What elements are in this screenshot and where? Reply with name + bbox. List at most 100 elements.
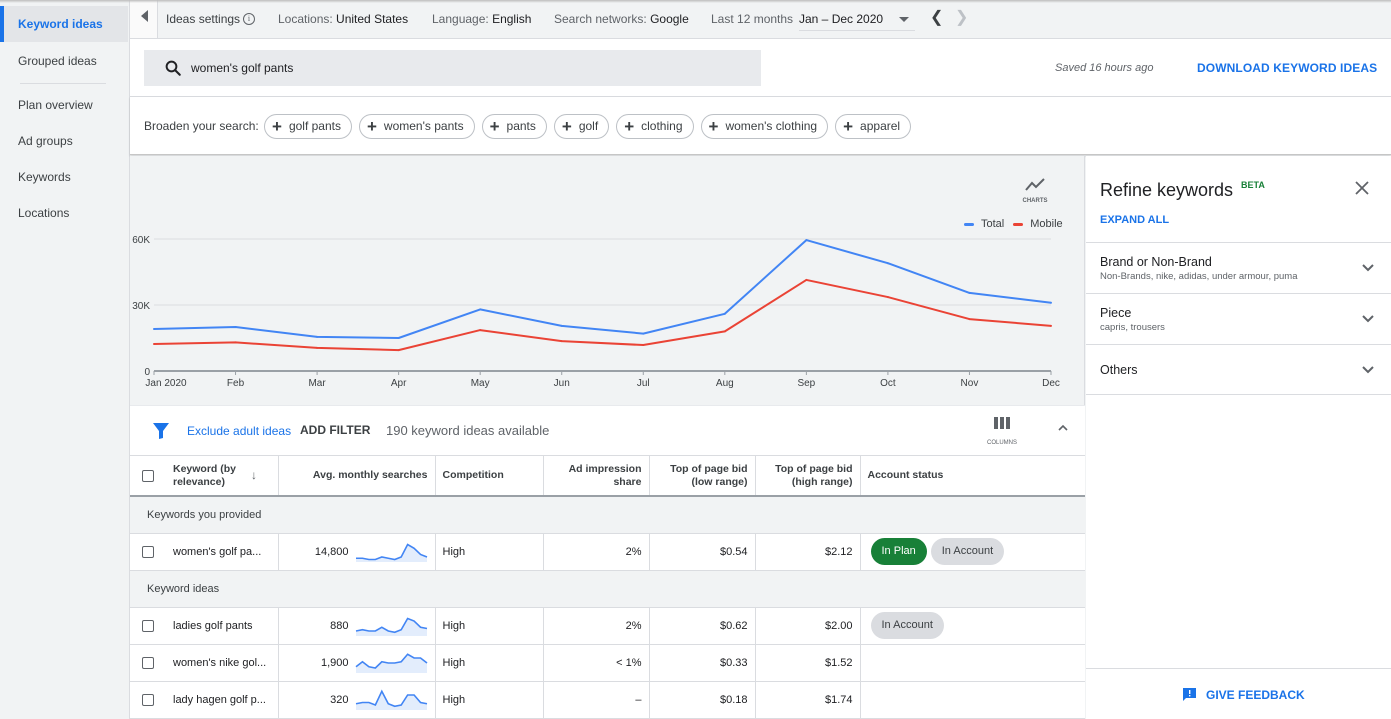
trend-sparkline (355, 542, 427, 562)
trend-sparkline (355, 688, 427, 710)
data-point-mobile (316, 346, 319, 349)
keyword-search-box[interactable] (144, 50, 761, 86)
keyword-text[interactable]: women's nike gol... (173, 657, 266, 669)
add-filter-button[interactable]: ADD FILTER (300, 423, 370, 437)
in-account-badge[interactable]: In Account (930, 538, 1005, 565)
language-setting[interactable]: Language: English (432, 12, 531, 26)
networks-label: Search networks: (554, 12, 647, 26)
keyword-text[interactable]: lady hagen golf p... (173, 694, 266, 706)
data-point-total (397, 337, 400, 339)
data-point-total (968, 291, 971, 294)
select-all-checkbox[interactable] (142, 469, 154, 482)
search-area: Saved 16 hours ago DOWNLOAD KEYWORD IDEA… (130, 39, 1391, 97)
close-icon[interactable] (1354, 180, 1370, 196)
columns-button[interactable]: COLUMNS (982, 416, 1022, 446)
date-range-select[interactable]: Jan – Dec 2020 (799, 6, 915, 31)
sidebar-item-grouped-ideas[interactable]: Grouped ideas (0, 43, 128, 79)
feedback-icon (1183, 688, 1196, 701)
bid-high-cell: $2.12 (755, 533, 861, 571)
locations-setting[interactable]: Locations: United States (278, 12, 408, 26)
broaden-chip[interactable]: + apparel (835, 114, 912, 139)
give-feedback-button[interactable]: GIVE FEEDBACK (1182, 687, 1305, 702)
competition-cell: High (435, 607, 544, 645)
table-row: women's nike gol... 1,900 High < 1% $0.33 $1.… (130, 644, 1085, 682)
table-group-row: Keyword ideas (130, 570, 1085, 608)
sidebar-item-plan-overview[interactable]: Plan overview (0, 87, 128, 123)
sparkline-area (355, 690, 427, 710)
info-icon[interactable]: i (243, 13, 255, 25)
broaden-chip[interactable]: + women's clothing (700, 114, 829, 139)
charts-button[interactable]: CHARTS (1018, 178, 1052, 212)
row-checkbox[interactable] (142, 693, 154, 706)
data-point-mobile (479, 329, 482, 332)
in-account-badge[interactable]: In Account (870, 612, 944, 639)
data-point-mobile (234, 341, 237, 344)
data-point-total (886, 262, 889, 265)
header-bid-low[interactable]: Top of page bid (low range) (649, 456, 756, 497)
refine-section-piece[interactable]: Piece capris, trousers (1086, 293, 1391, 344)
sidebar-item-keywords[interactable]: Keywords (0, 159, 128, 195)
next-period-button[interactable]: ❯ (955, 10, 968, 26)
keyword-search-input[interactable] (191, 50, 731, 86)
broaden-chip[interactable]: + women's pants (358, 114, 475, 139)
table-row: lady hagen golf p... 320 High – $0.18 $1.74 (130, 681, 1085, 719)
filter-icon[interactable] (152, 422, 170, 440)
row-checkbox[interactable] (142, 656, 154, 669)
refine-section-subtitle: capris, trousers (1100, 322, 1165, 333)
refine-section-brand[interactable]: Brand or Non-Brand Non-Brands, nike, adi… (1086, 242, 1391, 293)
y-tick-label: 30K (132, 301, 150, 312)
feedback-bar: GIVE FEEDBACK (1086, 668, 1391, 719)
language-label: Language: (432, 12, 489, 26)
legend-swatch-mobile (1013, 222, 1024, 226)
keyword-text[interactable]: ladies golf pants (173, 620, 253, 632)
x-tick-label: Apr (391, 378, 407, 389)
header-avg-monthly-searches[interactable]: Avg. monthly searches (278, 456, 436, 497)
sidebar-item-locations[interactable]: Locations (0, 195, 128, 231)
header-keyword[interactable]: Keyword (by relevance) ↓ (130, 456, 279, 497)
ad-impression-cell: 2% (543, 533, 650, 571)
chevron-up-icon[interactable] (1056, 421, 1070, 435)
header-ad-impression-share[interactable]: Ad impression share (543, 456, 650, 497)
x-tick-label: Sep (797, 378, 815, 389)
search-networks-setting[interactable]: Search networks: Google (554, 12, 689, 26)
broaden-chip[interactable]: + clothing (616, 114, 694, 139)
header-bid-high[interactable]: Top of page bid (high range) (755, 456, 861, 497)
data-point-mobile (886, 296, 889, 299)
collapse-sidebar-button[interactable] (130, 0, 158, 38)
keyword-cell: women's golf pa... (130, 533, 279, 571)
locations-label: Locations: (278, 12, 333, 26)
sidebar-item-ad-groups[interactable]: Ad groups (0, 123, 128, 159)
account-status-cell: In Plan In Account (860, 533, 1085, 571)
columns-icon (994, 417, 1010, 429)
sidebar-item-keyword-ideas[interactable]: Keyword ideas (0, 6, 128, 42)
table-group-row: Keywords you provided (130, 496, 1085, 534)
broaden-chip[interactable]: + golf pants (264, 114, 352, 139)
in-plan-badge[interactable]: In Plan (870, 538, 927, 565)
broaden-chip[interactable]: + golf (553, 114, 610, 139)
account-status-cell: In Account (860, 607, 1085, 645)
keyword-ideas-count: 190 keyword ideas available (386, 423, 550, 438)
data-point-total (234, 326, 237, 328)
avg-searches-cell: 320 (278, 681, 436, 719)
row-checkbox[interactable] (142, 619, 154, 632)
x-tick-label: Nov (961, 378, 979, 389)
keyword-cell: lady hagen golf p... (130, 681, 279, 719)
refine-section-others[interactable]: Others (1086, 344, 1391, 395)
plus-icon: + (708, 117, 719, 136)
row-checkbox[interactable] (142, 545, 154, 558)
expand-all-button[interactable]: EXPAND ALL (1100, 214, 1169, 226)
data-point-mobile (805, 278, 808, 281)
refine-keywords-panel: Refine keywords BETA EXPAND ALL Brand or… (1086, 156, 1391, 719)
download-keyword-ideas-button[interactable]: DOWNLOAD KEYWORD IDEAS (1197, 61, 1377, 75)
give-feedback-label: GIVE FEEDBACK (1206, 687, 1305, 702)
keyword-text[interactable]: women's golf pa... (173, 546, 261, 558)
data-point-mobile (968, 318, 971, 321)
table-body: Keywords you provided women's golf pa... 1… (130, 496, 1085, 719)
exclude-adult-ideas-filter[interactable]: Exclude adult ideas (187, 424, 291, 438)
header-account-status[interactable]: Account status (860, 456, 1085, 497)
header-competition[interactable]: Competition (435, 456, 544, 497)
series-line-total (153, 239, 1052, 339)
broaden-chip[interactable]: + pants (481, 114, 547, 139)
table-row: ladies golf pants 880 High 2% $0.62 $2.00 In A… (130, 607, 1085, 645)
previous-period-button[interactable]: ❮ (930, 10, 943, 26)
